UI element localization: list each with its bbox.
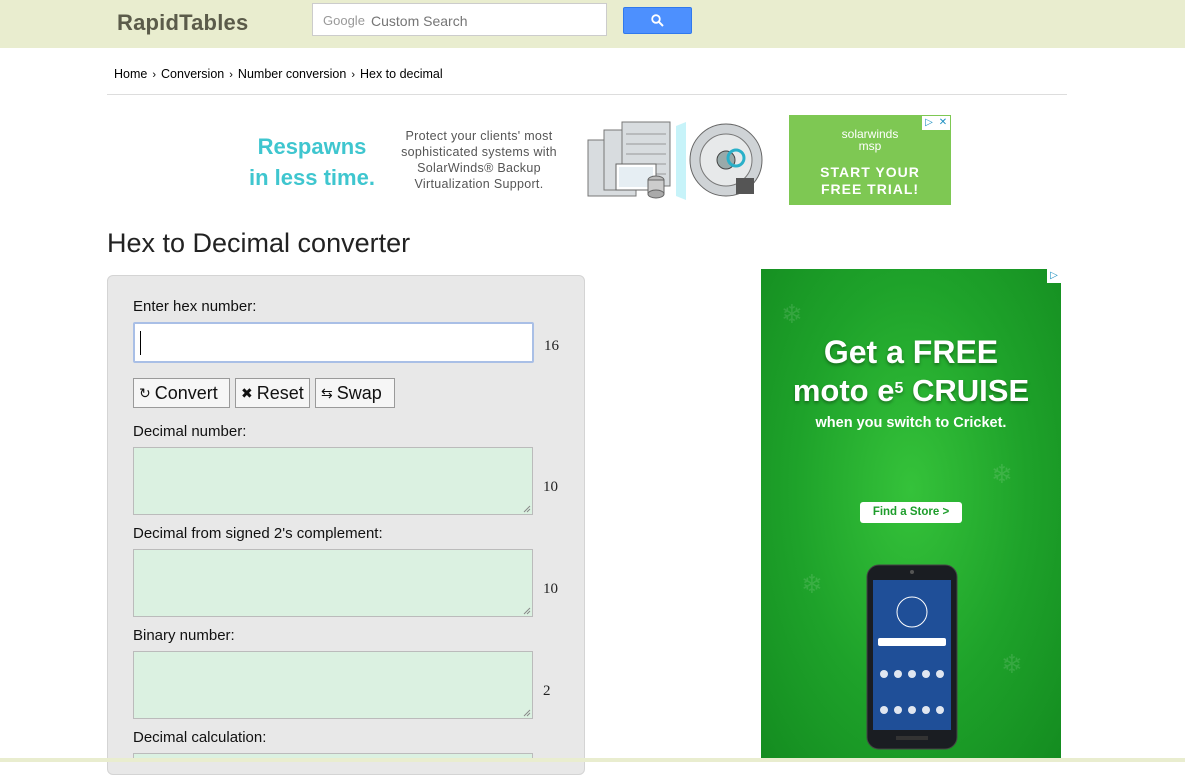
resize-grip-icon[interactable]	[523, 607, 531, 615]
convert-button[interactable]: ↻ Convert	[133, 378, 230, 408]
reset-label: Reset	[256, 382, 304, 403]
top-bar: RapidTables Google	[0, 0, 1185, 48]
ad-subline: when you switch to Cricket.	[815, 415, 1007, 431]
breadcrumb-current: Hex to decimal	[359, 67, 443, 81]
search-button[interactable]	[623, 7, 692, 34]
resize-grip-icon[interactable]	[523, 505, 531, 513]
text-cursor	[140, 331, 141, 355]
reset-button[interactable]: ✖ Reset	[235, 378, 310, 408]
ad-headline-line2: in less time.	[249, 165, 375, 190]
ad-product-name: moto e	[792, 373, 895, 408]
refresh-icon: ↻	[139, 384, 151, 401]
breadcrumb-conversion[interactable]: Conversion	[161, 67, 224, 81]
snowflake-icon: ❄	[991, 459, 1013, 489]
site-logo[interactable]: RapidTables	[117, 10, 248, 36]
snowflake-icon: ❄	[1001, 649, 1023, 679]
breadcrumb-separator: ›	[152, 69, 157, 81]
hex-input-label: Enter hex number:	[133, 298, 257, 315]
convert-label: Convert	[154, 382, 218, 403]
breadcrumb-separator: ›	[351, 69, 355, 81]
ad-sidebar[interactable]: ▷ ❄ ❄ ❄ ❄ Get a FREE moto e5 CRUISE when…	[761, 269, 1061, 759]
ad-headline: Get a FREE	[823, 334, 999, 370]
server-vault-image	[587, 121, 763, 200]
binary-label: Binary number:	[133, 627, 235, 644]
ad-cta-text: START YOUR FREE TRIAL!	[789, 164, 951, 198]
ad-product-model: CRUISE	[903, 373, 1030, 408]
ad-product-sup: 5	[894, 380, 904, 397]
phone-image	[866, 564, 958, 750]
search-input[interactable]	[369, 10, 603, 32]
ad-description: Protect your clients' most sophisticated…	[401, 129, 557, 191]
ad-headline: Respawns in less time.	[244, 131, 380, 193]
page-title: Hex to Decimal converter	[107, 228, 411, 258]
decimal-base: 10	[543, 479, 558, 495]
signed-base: 10	[543, 581, 558, 597]
hex-base: 16	[544, 338, 559, 354]
search-box[interactable]: Google	[312, 3, 607, 36]
binary-base: 2	[543, 683, 551, 699]
divider	[107, 94, 1067, 95]
breadcrumb-home[interactable]: Home	[114, 67, 147, 81]
snowflake-icon: ❄	[801, 569, 823, 599]
google-brand-label: Google	[323, 13, 365, 28]
ad-product: moto e5 CRUISE	[761, 372, 1061, 410]
decimal-label: Decimal number:	[133, 423, 247, 440]
ad-choices[interactable]: ▷	[1047, 269, 1061, 283]
ad-headline-line1: Respawns	[257, 134, 367, 159]
ad-cta-line1: START YOUR	[820, 164, 920, 180]
ad-banner[interactable]: Respawns in less time. Protect your clie…	[236, 115, 951, 205]
binary-output[interactable]	[133, 651, 533, 719]
close-icon: ✖	[241, 384, 253, 401]
breadcrumb-separator: ›	[229, 69, 233, 81]
ad-cta-line2: FREE TRIAL!	[820, 181, 920, 197]
find-store-button[interactable]: Find a Store >	[860, 502, 962, 523]
ad-info-icon[interactable]: ▷	[1047, 269, 1061, 283]
swap-button[interactable]: ⇆ Swap	[315, 378, 395, 408]
breadcrumb: Home › Conversion › Number conversion › Hex to…	[114, 67, 443, 81]
swap-icon: ⇆	[321, 384, 333, 401]
decimal-output[interactable]	[133, 447, 533, 515]
snowflake-icon: ❄	[781, 299, 803, 329]
footer-strip	[0, 758, 1185, 762]
search-icon	[651, 14, 664, 27]
swap-label: Swap	[336, 382, 382, 403]
ad-brand: solarwinds msp	[789, 128, 951, 152]
calculation-label: Decimal calculation:	[133, 729, 267, 746]
resize-grip-icon[interactable]	[523, 709, 531, 717]
signed-output[interactable]	[133, 549, 533, 617]
hex-input[interactable]	[133, 322, 534, 363]
breadcrumb-number-conversion[interactable]: Number conversion	[238, 67, 346, 81]
ad-cta-panel[interactable]: ▷ ✕ solarwinds msp START YOUR FREE TRIAL…	[789, 115, 951, 205]
signed-label: Decimal from signed 2's complement:	[133, 525, 383, 542]
ad-brand-sub: msp	[858, 139, 882, 153]
